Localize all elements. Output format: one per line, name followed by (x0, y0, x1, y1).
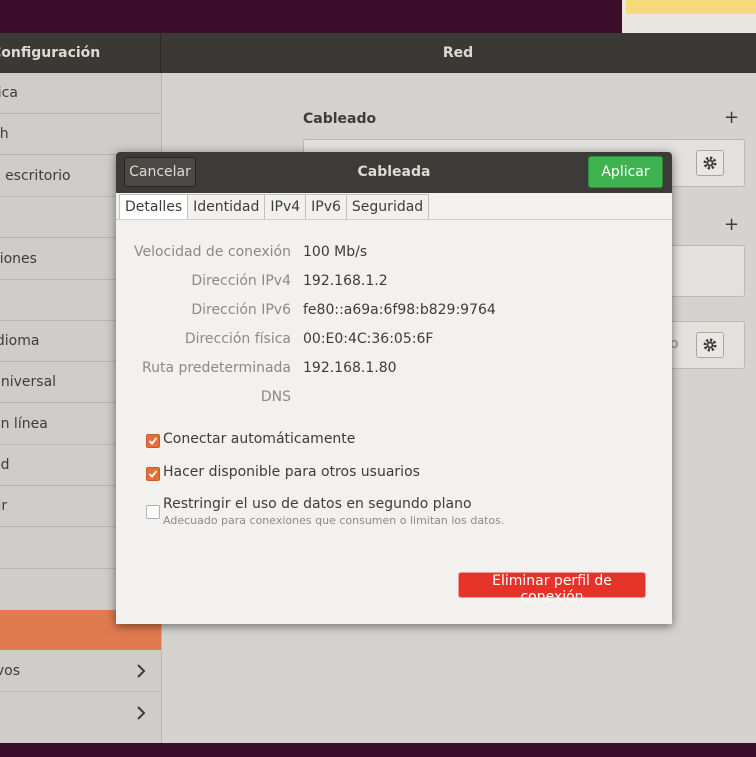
all-users-label[interactable]: Hacer disponible para otros usuarios (163, 464, 420, 480)
dialog-tabs: Detalles Identidad IPv4 IPv6 Seguridad (119, 194, 430, 220)
metered-checkbox[interactable] (146, 505, 160, 519)
gear-icon (703, 156, 717, 170)
add-wired-icon[interactable]: + (724, 107, 739, 128)
wired-connection-dialog: Cableada Cancelar Aplicar Detalles Ident… (116, 152, 672, 624)
sidebar-item[interactable]: rica (0, 73, 161, 113)
sidebar-item-label: rica (0, 85, 18, 101)
chevron-right-icon (137, 664, 146, 678)
sidebar-item-label: ciones (0, 251, 37, 267)
sidebar-item-label: e escritorio (0, 168, 71, 184)
sidebar-item-label: universal (0, 374, 57, 390)
add-vpn-icon[interactable]: + (724, 214, 739, 235)
tab-detalles[interactable]: Detalles (119, 194, 189, 220)
settings-title: Configuración (0, 45, 101, 61)
sidebar-item-label: ch (0, 126, 9, 142)
sidebar-item-label: en línea (0, 416, 48, 432)
default-route-value: 192.168.1.80 (303, 360, 397, 376)
sidebar-item-label: ivos (0, 663, 21, 679)
sidebar-item-label: ad (0, 457, 10, 473)
settings-headerbar: Configuración Red (0, 33, 756, 73)
checkmark-icon (148, 470, 158, 478)
ipv6-address-value: fe80::a69a:6f98:b829:9764 (303, 302, 496, 318)
physical-address-label: Dirección física (184, 331, 291, 347)
all-users-checkbox[interactable] (146, 467, 160, 481)
sidebar-divider (0, 691, 161, 692)
connection-speed-value: 100 Mb/s (303, 244, 368, 260)
delete-profile-button[interactable]: Eliminar perfil de conexión (458, 572, 646, 605)
sidebar-header: Configuración (0, 33, 161, 73)
tab-identidad[interactable]: Identidad (188, 194, 266, 220)
background-window-strip (626, 0, 756, 14)
dialog-headerbar: Cableada Cancelar Aplicar (116, 152, 672, 193)
tab-seguridad[interactable]: Seguridad (346, 194, 430, 220)
tab-ipv6[interactable]: IPv6 (306, 194, 347, 220)
apply-button[interactable]: Aplicar (588, 156, 663, 188)
sidebar-item-label: tir (0, 498, 8, 514)
cancel-button[interactable]: Cancelar (124, 157, 196, 187)
chevron-right-icon (137, 706, 146, 720)
sidebar-item[interactable] (0, 693, 161, 733)
tab-ipv4[interactable]: IPv4 (265, 194, 307, 220)
sidebar-item[interactable]: ivos (0, 651, 161, 691)
wired-settings-button[interactable] (696, 150, 724, 176)
tabs-divider (116, 219, 672, 220)
auto-connect-checkbox[interactable] (146, 434, 160, 448)
dns-label: DNS (260, 389, 291, 405)
physical-address-value: 00:E0:4C:36:05:6F (303, 331, 434, 347)
wired-section-title: Cableado (303, 111, 377, 127)
panel-title: Red (442, 45, 474, 61)
sidebar-item-label: idioma (0, 333, 40, 349)
default-route-label: Ruta predeterminada (142, 360, 291, 376)
ipv4-address-value: 192.168.1.2 (303, 273, 388, 289)
gear-icon (703, 338, 717, 352)
metered-label[interactable]: Restringir el uso de datos en segundo pl… (163, 496, 472, 512)
connection-speed-label: Velocidad de conexión (133, 244, 291, 260)
ipv4-address-label: Dirección IPv4 (191, 273, 291, 289)
checkmark-icon (148, 437, 158, 445)
auto-connect-label[interactable]: Conectar automáticamente (163, 431, 355, 447)
proxy-settings-button[interactable] (696, 332, 724, 358)
metered-sublabel: Adecuado para conexiones que consumen o … (163, 514, 505, 527)
ipv6-address-label: Dirección IPv6 (191, 302, 291, 318)
sidebar-item[interactable]: ch (0, 114, 161, 154)
